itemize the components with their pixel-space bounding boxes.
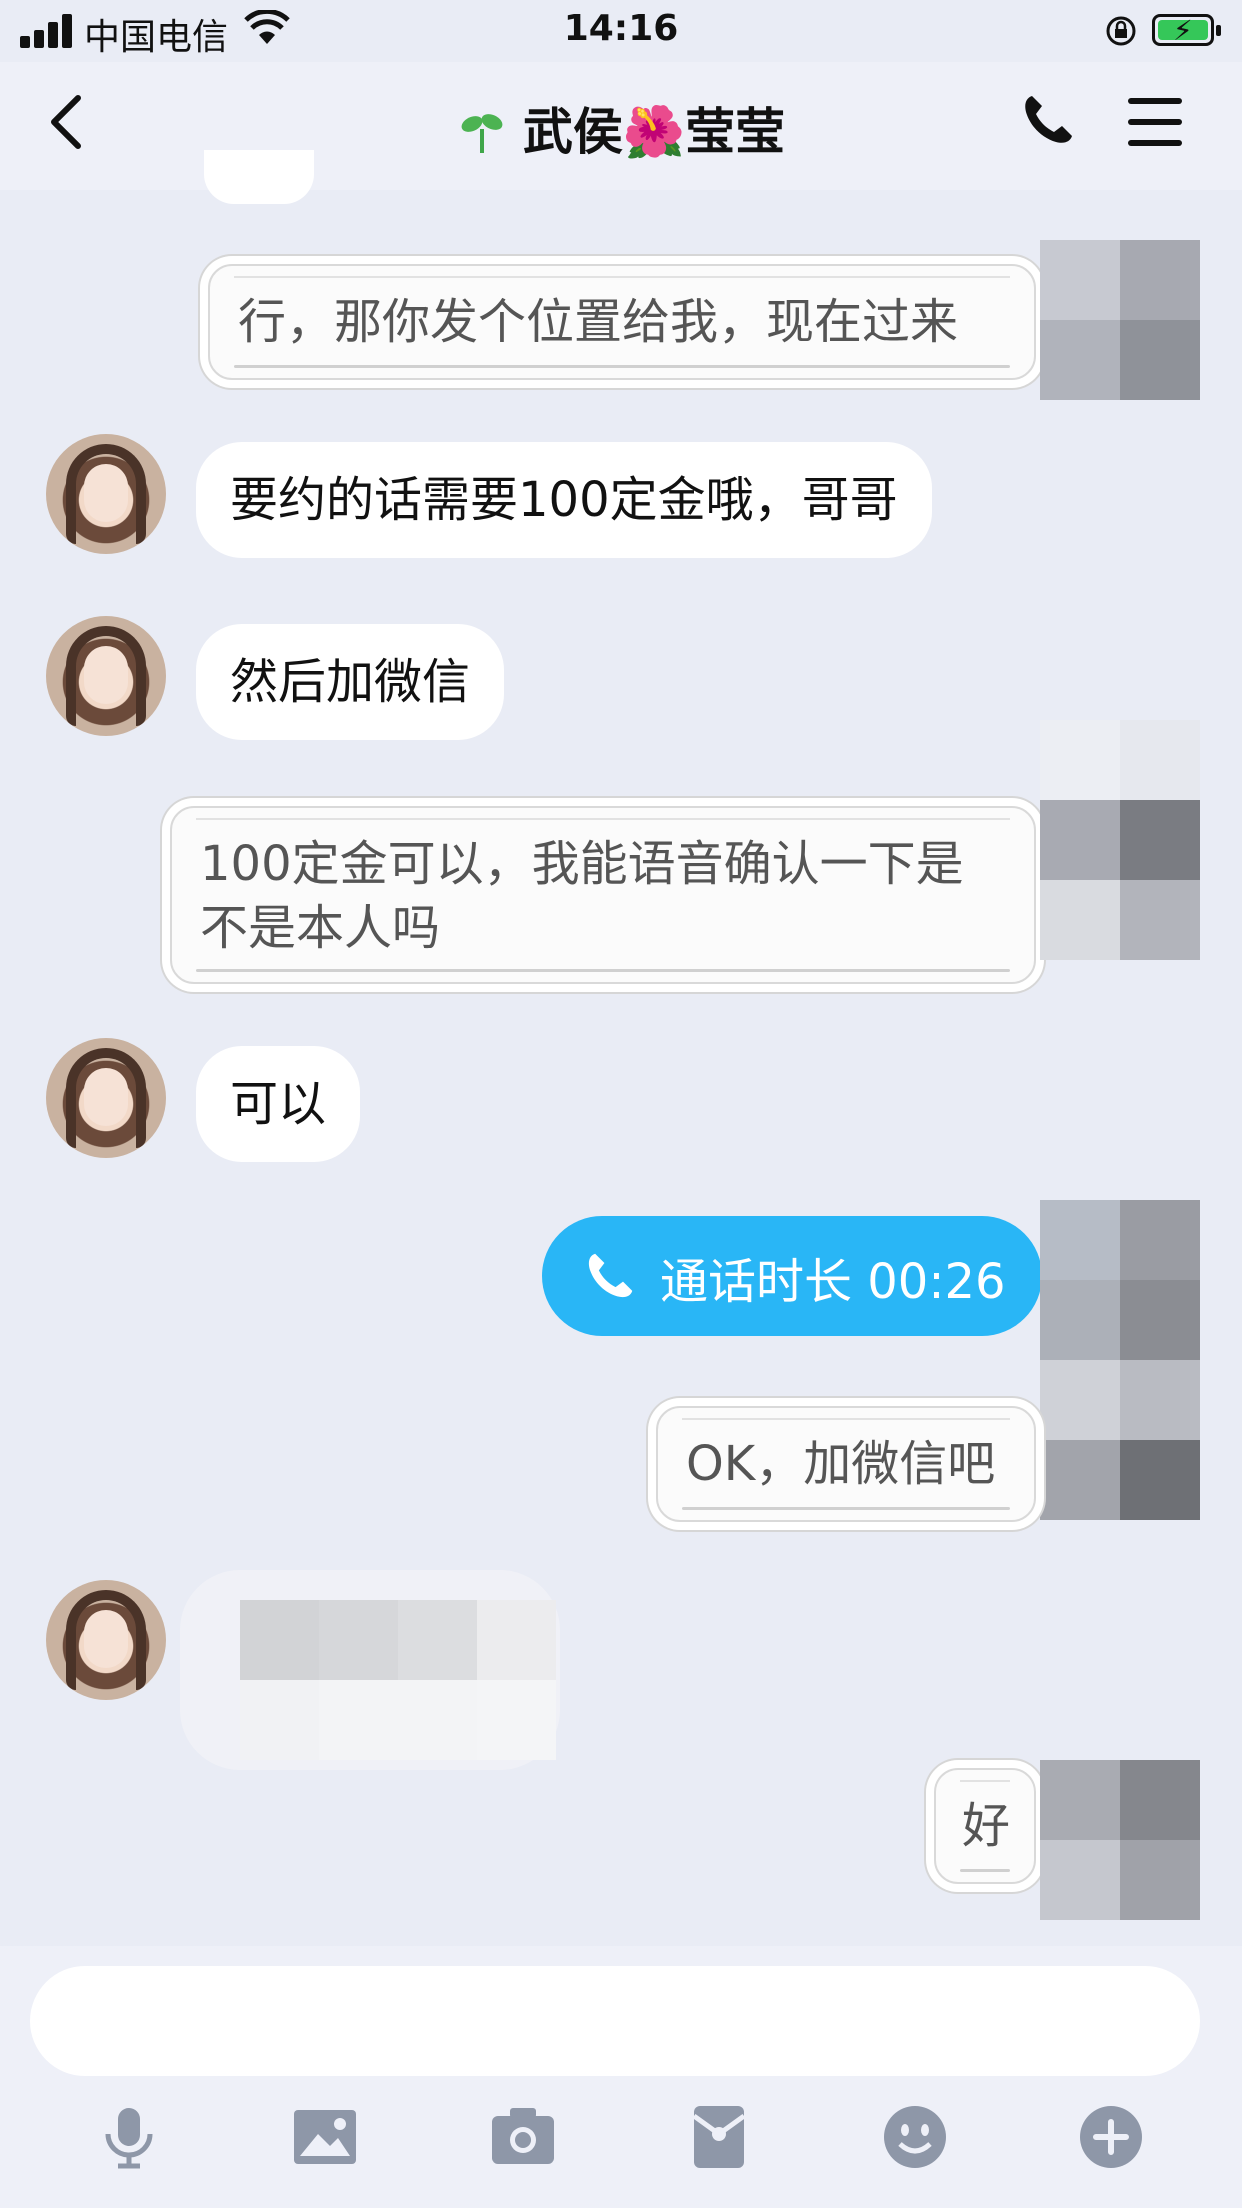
input-area [0, 1946, 1242, 2208]
phone-call-icon[interactable] [1020, 92, 1076, 148]
plus-icon[interactable] [1076, 2102, 1146, 2172]
redacted-content [240, 1600, 558, 1760]
call-duration: 通话时长 00:26 [660, 1254, 1006, 1310]
camera-icon[interactable] [488, 2102, 558, 2172]
chat-title-text: 武侯🌺莹莹 [522, 103, 786, 161]
phone-icon [588, 1253, 633, 1298]
redacted-avatar [1040, 1760, 1200, 1920]
message-bubble-out[interactable]: 行，那你发个位置给我，现在过来 [208, 264, 1036, 380]
contact-avatar[interactable] [46, 434, 166, 554]
contact-avatar[interactable] [46, 616, 166, 736]
microphone-icon[interactable] [94, 2102, 164, 2172]
contact-avatar[interactable] [46, 1038, 166, 1158]
chat-header: 武侯🌺莹莹 [0, 62, 1242, 190]
message-bubble-out[interactable]: OK，加微信吧 [656, 1406, 1036, 1522]
image-icon[interactable] [290, 2102, 360, 2172]
message-bubble-in[interactable]: 然后加微信 [196, 624, 505, 740]
rotation-lock-icon [1106, 16, 1136, 46]
message-bubble-in[interactable]: 可以 [196, 1046, 361, 1162]
menu-icon[interactable] [1128, 98, 1182, 146]
clock: 14:16 [563, 8, 679, 49]
message-bubble-in[interactable]: 要约的话需要100定金哦，哥哥 [196, 442, 932, 558]
message-bubble-partial [204, 150, 314, 204]
sprout-icon [461, 114, 503, 153]
call-record-bubble[interactable]: 通话时长 00:26 [542, 1216, 1042, 1336]
redacted-avatar [1040, 720, 1200, 960]
message-bubble-out[interactable]: 100定金可以，我能语音确认一下是不是本人吗 [170, 806, 1036, 984]
emoji-icon[interactable] [880, 2102, 950, 2172]
redacted-avatar [1040, 1200, 1200, 1520]
message-input[interactable] [30, 1966, 1200, 2076]
redacted-avatar [1040, 240, 1200, 400]
battery-icon: ⚡ [1152, 14, 1221, 47]
contact-avatar[interactable] [46, 1580, 166, 1700]
message-bubble-out[interactable]: 好 [934, 1768, 1036, 1884]
red-packet-icon[interactable] [684, 2102, 754, 2172]
input-toolbar [0, 2102, 1242, 2192]
status-bar: 中国电信 14:16 ⚡ [0, 0, 1242, 62]
